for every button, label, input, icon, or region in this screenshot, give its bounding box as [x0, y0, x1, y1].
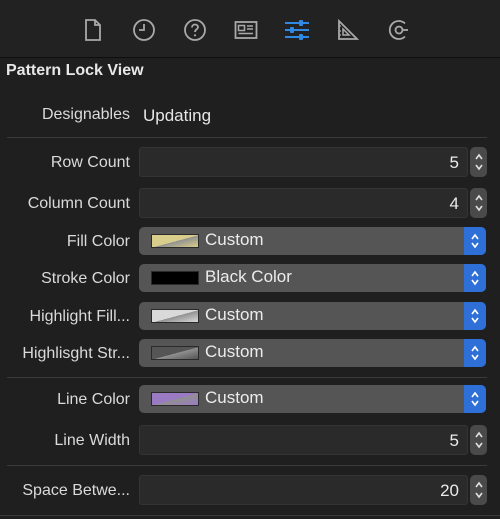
connections-inspector-icon[interactable] [385, 16, 413, 44]
highlight-stroke-popup[interactable]: Custom [139, 339, 486, 367]
stroke-color-popup[interactable]: Black Color [139, 264, 486, 292]
divider [0, 515, 500, 516]
highlight-stroke-value: Custom [205, 342, 264, 361]
toolbar-divider [0, 57, 500, 58]
section-title: Pattern Lock View [6, 62, 144, 79]
stroke-color-label: Stroke Color [41, 270, 130, 287]
chevron-updown-icon[interactable] [464, 227, 486, 255]
line-width-stepper[interactable] [470, 425, 487, 455]
file-inspector-icon[interactable] [79, 16, 107, 44]
line-width-field[interactable]: 5 [139, 425, 468, 455]
row-count-value: 5 [449, 153, 459, 172]
fill-color-swatch [151, 234, 199, 248]
stroke-color-value: Black Color [205, 267, 292, 286]
highlight-fill-swatch [151, 309, 199, 323]
row-count-label: Row Count [50, 154, 130, 171]
chevron-updown-icon[interactable] [464, 385, 486, 413]
row-count-stepper[interactable] [470, 147, 487, 177]
fill-color-value: Custom [205, 230, 264, 249]
fill-color-popup[interactable]: Custom [139, 227, 486, 255]
line-color-popup[interactable]: Custom [139, 385, 486, 413]
column-count-value: 4 [449, 194, 459, 213]
highlight-fill-label: Highlight Fill... [29, 308, 130, 325]
identity-inspector-icon[interactable] [232, 16, 260, 44]
size-inspector-icon[interactable] [334, 16, 362, 44]
chevron-updown-icon[interactable] [464, 264, 486, 292]
highlight-fill-popup[interactable]: Custom [139, 302, 486, 330]
chevron-updown-icon[interactable] [464, 339, 486, 367]
space-between-field[interactable]: 20 [139, 475, 468, 505]
line-color-swatch [151, 392, 199, 406]
space-between-value: 20 [440, 481, 459, 500]
column-count-label: Column Count [27, 195, 130, 212]
column-count-stepper[interactable] [470, 188, 487, 218]
highlight-stroke-label: Highlisght Str... [22, 345, 130, 362]
inspector-toolbar [0, 0, 500, 58]
divider [7, 377, 487, 378]
attributes-inspector-icon[interactable] [283, 16, 311, 44]
row-count-field[interactable]: 5 [139, 147, 468, 177]
divider [7, 465, 487, 466]
divider [7, 137, 487, 138]
quick-help-icon[interactable] [181, 16, 209, 44]
space-between-stepper[interactable] [470, 475, 487, 505]
stroke-color-swatch [151, 271, 199, 285]
line-color-value: Custom [205, 388, 264, 407]
highlight-fill-value: Custom [205, 305, 264, 324]
designables-label: Designables [41, 106, 130, 123]
fill-color-label: Fill Color [66, 233, 130, 250]
line-width-label: Line Width [54, 432, 130, 449]
highlight-stroke-swatch [151, 346, 199, 360]
history-inspector-icon[interactable] [130, 16, 158, 44]
line-color-label: Line Color [57, 391, 130, 408]
line-width-value: 5 [449, 431, 459, 450]
chevron-updown-icon[interactable] [464, 302, 486, 330]
column-count-field[interactable]: 4 [139, 188, 468, 218]
space-between-label: Space Betwe... [22, 482, 130, 499]
designables-status: Updating [143, 106, 212, 125]
